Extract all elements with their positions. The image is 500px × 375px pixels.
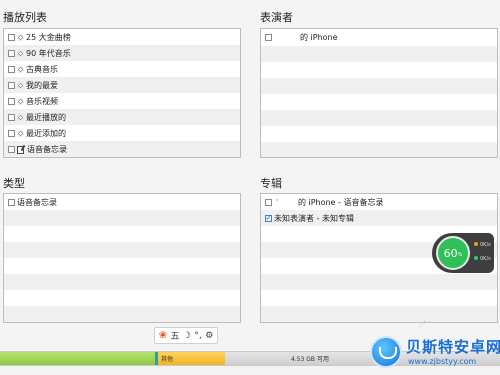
memory-usage-circle[interactable]: 60% <box>436 236 470 270</box>
ime-wubi-button[interactable]: 五 <box>171 329 180 342</box>
album-mark: ' <box>276 198 278 206</box>
artist-item[interactable]: 的 iPhone <box>261 29 497 46</box>
settings-gear-icon[interactable]: ⚙ <box>205 331 213 341</box>
album-item[interactable]: ✓ 未知表演者 - 未知专辑 <box>261 210 497 226</box>
playlist-label: 25 大金曲榜 <box>26 32 71 42</box>
empty-row <box>261 290 497 306</box>
empty-row <box>4 258 240 274</box>
download-dot-icon <box>474 256 478 260</box>
percent-sign: % <box>457 252 463 258</box>
playlist-label: 90 年代音乐 <box>26 48 71 58</box>
artists-title: 表演者 <box>260 11 293 24</box>
checkbox[interactable] <box>8 81 15 89</box>
voice-memo-icon <box>17 145 25 154</box>
paw-icon[interactable]: ❀ <box>159 330 167 341</box>
artists-list: 的 iPhone <box>261 29 497 157</box>
checkbox[interactable] <box>8 145 15 153</box>
checkbox[interactable] <box>8 129 15 137</box>
empty-row <box>261 142 497 157</box>
itunes-sync-window: 播放列表 25 大金曲榜 90 年代音乐 古典音乐 我的最爱 音乐视频 最近播放… <box>0 0 500 375</box>
upload-dot-icon <box>474 242 478 246</box>
smart-playlist-icon <box>17 97 24 105</box>
genres-title: 类型 <box>3 177 25 190</box>
album-item[interactable]: ' 的 iPhone - 语音备忘录 <box>261 194 497 210</box>
checkbox[interactable] <box>265 198 272 206</box>
playlist-label: 音乐视频 <box>26 96 58 106</box>
smart-playlist-icon <box>17 33 24 41</box>
playlist-label: 我的最爱 <box>26 80 58 90</box>
genres-panel[interactable]: 语音备忘录 <box>3 193 241 323</box>
playlist-item[interactable]: 最近播放的 <box>4 109 240 125</box>
memory-percent: 60 <box>443 246 458 260</box>
playlist-label: 古典音乐 <box>26 64 58 74</box>
empty-row <box>4 306 240 322</box>
empty-row <box>261 126 497 142</box>
smart-playlist-icon <box>17 129 24 137</box>
capacity-other-label: 其他 <box>161 356 174 363</box>
artists-panel[interactable]: 的 iPhone <box>260 28 498 158</box>
empty-row <box>4 242 240 258</box>
playlist-item[interactable]: 音乐视频 <box>4 93 240 109</box>
smart-playlist-icon <box>17 81 24 89</box>
artist-label: 的 iPhone <box>300 33 338 42</box>
watermark-logo-icon <box>370 336 402 368</box>
playlists-title: 播放列表 <box>3 11 47 24</box>
resize-grip-icon[interactable]: ⋰ <box>419 320 426 328</box>
watermark-title: 贝斯特安卓网 <box>406 338 500 356</box>
playlist-item[interactable]: 25 大金曲榜 <box>4 29 240 45</box>
playlist-item[interactable]: 语音备忘录 <box>4 141 240 157</box>
punctuation-icon[interactable]: °, <box>194 331 201 341</box>
capacity-free-label: 4.53 GB 可用 <box>291 356 329 363</box>
empty-row <box>4 290 240 306</box>
checkbox[interactable] <box>8 33 15 41</box>
checkbox[interactable] <box>8 97 15 105</box>
genres-list: 语音备忘录 <box>4 194 240 323</box>
checkbox[interactable] <box>8 65 15 73</box>
checkbox-checked[interactable]: ✓ <box>265 214 272 222</box>
smart-playlist-icon <box>17 49 24 57</box>
playlists-list: 25 大金曲榜 90 年代音乐 古典音乐 我的最爱 音乐视频 最近播放的 最近添… <box>4 29 240 157</box>
album-label: 未知表演者 - 未知专辑 <box>274 213 354 223</box>
playlist-label: 语音备忘录 <box>27 144 67 154</box>
empty-row <box>261 94 497 110</box>
playlist-item[interactable]: 我的最爱 <box>4 77 240 93</box>
smart-playlist-icon <box>17 65 24 73</box>
capacity-other-segment: 其他 <box>158 352 225 365</box>
playlist-label: 最近播放的 <box>26 112 66 122</box>
checkbox[interactable] <box>8 49 15 57</box>
genre-item[interactable]: 语音备忘录 <box>4 194 240 210</box>
playlist-item[interactable]: 最近添加的 <box>4 125 240 141</box>
playlist-item[interactable]: 90 年代音乐 <box>4 45 240 61</box>
checkbox[interactable] <box>8 113 15 121</box>
empty-row <box>4 210 240 226</box>
playlist-label: 最近添加的 <box>26 128 66 138</box>
empty-row <box>261 306 497 322</box>
watermark: 贝斯特安卓网 www.zjbstyy.com <box>370 334 500 372</box>
checkbox[interactable] <box>265 34 272 41</box>
playlist-item[interactable]: 古典音乐 <box>4 61 240 77</box>
capacity-audio-segment <box>0 352 155 365</box>
playlists-panel[interactable]: 25 大金曲榜 90 年代音乐 古典音乐 我的最爱 音乐视频 最近播放的 最近添… <box>3 28 241 158</box>
empty-row <box>4 226 240 242</box>
upload-speed: 0K/s <box>474 242 491 248</box>
empty-row <box>261 274 497 290</box>
download-speed: 0K/s <box>474 256 491 262</box>
empty-row <box>4 274 240 290</box>
empty-row <box>4 322 240 323</box>
smart-playlist-icon <box>17 113 24 121</box>
half-width-moon-icon[interactable]: ☽ <box>183 331 191 341</box>
empty-row <box>261 46 497 62</box>
checkbox[interactable] <box>8 198 15 206</box>
album-label: 的 iPhone - 语音备忘录 <box>297 197 384 207</box>
empty-row <box>261 110 497 126</box>
ime-toolbar[interactable]: ❀ 五 ☽ °, ⚙ <box>154 327 218 344</box>
watermark-url: www.zjbstyy.com <box>408 357 477 366</box>
albums-title: 专辑 <box>260 177 282 190</box>
empty-row <box>261 62 497 78</box>
empty-row <box>261 78 497 94</box>
genre-label: 语音备忘录 <box>17 197 57 207</box>
